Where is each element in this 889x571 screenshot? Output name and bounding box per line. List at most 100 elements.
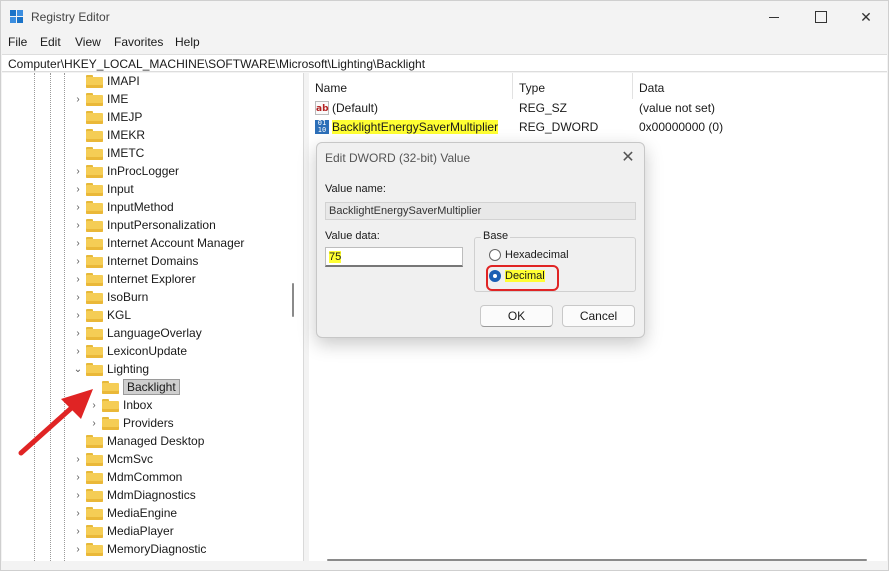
chevron-right-icon[interactable]: › bbox=[72, 184, 84, 196]
tree-item[interactable]: › McmSvc bbox=[2, 451, 287, 469]
chevron-right-icon[interactable]: › bbox=[72, 310, 84, 322]
address-bar[interactable]: Computer\HKEY_LOCAL_MACHINE\SOFTWARE\Mic… bbox=[2, 54, 887, 72]
chevron-right-icon[interactable]: › bbox=[72, 526, 84, 538]
value-name-field: BacklightEnergySaverMultiplier bbox=[325, 202, 636, 220]
chevron-right-icon[interactable]: › bbox=[72, 454, 84, 466]
tree-item-label: Managed Desktop bbox=[107, 434, 205, 448]
tree-item[interactable]: › Internet Explorer bbox=[2, 271, 287, 289]
tree-item[interactable]: › MdmCommon bbox=[2, 469, 287, 487]
hexadecimal-radio[interactable] bbox=[489, 249, 501, 261]
maximize-icon[interactable] bbox=[797, 1, 843, 33]
close-icon[interactable]: ✕ bbox=[843, 1, 889, 33]
tree-item[interactable]: › IME bbox=[2, 91, 287, 109]
chevron-right-icon[interactable]: › bbox=[72, 328, 84, 340]
tree-scrollbar[interactable] bbox=[292, 283, 294, 317]
minimize-icon[interactable] bbox=[751, 1, 797, 33]
chevron-right-icon[interactable]: › bbox=[72, 544, 84, 556]
tree-item[interactable]: IMAPI bbox=[2, 73, 287, 91]
tree-item[interactable]: › Input bbox=[2, 181, 287, 199]
folder-icon bbox=[86, 237, 103, 250]
folder-icon bbox=[86, 255, 103, 268]
chevron-right-icon[interactable]: › bbox=[72, 472, 84, 484]
chevron-right-icon[interactable]: › bbox=[72, 508, 84, 520]
menu-edit[interactable]: Edit bbox=[40, 35, 61, 49]
chevron-right-icon[interactable]: › bbox=[72, 292, 84, 304]
tree-item-label: IME bbox=[107, 92, 129, 106]
tree-item-label: InProcLogger bbox=[107, 164, 180, 178]
tree-item-label: Providers bbox=[123, 416, 174, 430]
tree-item-label: IsoBurn bbox=[107, 290, 149, 304]
chevron-right-icon[interactable]: › bbox=[72, 256, 84, 268]
value-type: REG_DWORD bbox=[519, 120, 599, 134]
tree-item[interactable]: › LanguageOverlay bbox=[2, 325, 287, 343]
tree-item[interactable]: ⌄ Lighting bbox=[2, 361, 287, 379]
hexadecimal-label[interactable]: Hexadecimal bbox=[505, 249, 569, 261]
chevron-right-icon[interactable]: › bbox=[72, 166, 84, 178]
chevron-right-icon[interactable]: › bbox=[88, 418, 100, 430]
values-scrollbar[interactable] bbox=[327, 559, 867, 561]
tree-item[interactable]: Managed Desktop bbox=[2, 433, 287, 451]
value-data: 0x00000000 (0) bbox=[639, 120, 724, 134]
menu-favorites[interactable]: Favorites bbox=[114, 35, 163, 49]
dword-value-icon: 01 10 bbox=[315, 120, 329, 134]
column-type[interactable]: Type bbox=[519, 81, 545, 95]
column-name[interactable]: Name bbox=[315, 81, 347, 95]
chevron-right-icon[interactable]: › bbox=[72, 490, 84, 502]
tree-item-label: McmSvc bbox=[107, 452, 153, 466]
tree-item[interactable]: › Inbox bbox=[2, 397, 287, 415]
menu-file[interactable]: File bbox=[8, 35, 27, 49]
chevron-right-icon[interactable]: › bbox=[72, 274, 84, 286]
cancel-button[interactable]: Cancel bbox=[562, 305, 635, 327]
value-data-label: Value data: bbox=[325, 230, 380, 242]
chevron-right-icon[interactable]: › bbox=[88, 400, 100, 412]
tree-item-label: MemoryDiagnostic bbox=[107, 542, 207, 556]
ok-button[interactable]: OK bbox=[480, 305, 553, 327]
menu-view[interactable]: View bbox=[75, 35, 101, 49]
tree-item[interactable]: › LexiconUpdate bbox=[2, 343, 287, 361]
menu-bar: File Edit View Favorites Help bbox=[1, 33, 888, 53]
tree-item[interactable]: › Providers bbox=[2, 415, 287, 433]
tree-item[interactable]: › IsoBurn bbox=[2, 289, 287, 307]
chevron-right-icon[interactable]: › bbox=[72, 202, 84, 214]
tree-item[interactable]: IMETC bbox=[2, 145, 287, 163]
chevron-right-icon[interactable]: › bbox=[72, 238, 84, 250]
folder-icon bbox=[86, 201, 103, 214]
tree-item[interactable]: › KGL bbox=[2, 307, 287, 325]
tree-item-label: InputMethod bbox=[107, 200, 174, 214]
tree-item[interactable]: IMEJP bbox=[2, 109, 287, 127]
tree-item[interactable]: › InProcLogger bbox=[2, 163, 287, 181]
dialog-close-icon[interactable]: ✕ bbox=[617, 147, 639, 169]
chevron-down-icon[interactable]: ⌄ bbox=[72, 364, 84, 376]
value-data: (value not set) bbox=[639, 101, 716, 115]
tree-item[interactable]: › MediaPlayer bbox=[2, 523, 287, 541]
folder-icon bbox=[86, 129, 103, 142]
column-data[interactable]: Data bbox=[639, 81, 664, 95]
folder-icon bbox=[86, 291, 103, 304]
tree-item-label: Input bbox=[107, 182, 134, 196]
tree-item[interactable]: Backlight bbox=[2, 379, 287, 397]
key-tree-pane[interactable]: IMAPI › IME IMEJP IMEKR IMETC › InProcLogger › In… bbox=[2, 73, 304, 561]
list-row[interactable]: ab (Default) REG_SZ (value not set) bbox=[309, 99, 887, 118]
tree-item-label: MediaEngine bbox=[107, 506, 178, 520]
chevron-right-icon[interactable]: › bbox=[72, 220, 84, 232]
tree-item[interactable]: › MdmDiagnostics bbox=[2, 487, 287, 505]
title-bar: Registry Editor ✕ bbox=[1, 1, 888, 33]
tree-item[interactable]: › MemoryDiagnostic bbox=[2, 541, 287, 559]
tree-item[interactable]: IMEKR bbox=[2, 127, 287, 145]
tree-item[interactable]: › InputPersonalization bbox=[2, 217, 287, 235]
tree-item[interactable]: › InputMethod bbox=[2, 199, 287, 217]
tree-item[interactable]: › MediaEngine bbox=[2, 505, 287, 523]
tree-item-label: Internet Explorer bbox=[107, 272, 196, 286]
registry-editor-window: Registry Editor ✕ File Edit View Favorit… bbox=[0, 0, 889, 571]
tree-item[interactable]: › Internet Account Manager bbox=[2, 235, 287, 253]
list-row[interactable]: 01 10 BacklightEnergySaverMultiplier REG_… bbox=[309, 118, 887, 137]
dialog-title: Edit DWORD (32-bit) Value bbox=[325, 151, 471, 165]
value-data-input[interactable]: 75 bbox=[325, 247, 463, 267]
folder-icon bbox=[102, 381, 119, 394]
tree-item-label: Inbox bbox=[123, 398, 153, 412]
menu-help[interactable]: Help bbox=[175, 35, 200, 49]
chevron-right-icon[interactable]: › bbox=[72, 346, 84, 358]
folder-icon bbox=[86, 345, 103, 358]
chevron-right-icon[interactable]: › bbox=[72, 94, 84, 106]
tree-item[interactable]: › Internet Domains bbox=[2, 253, 287, 271]
